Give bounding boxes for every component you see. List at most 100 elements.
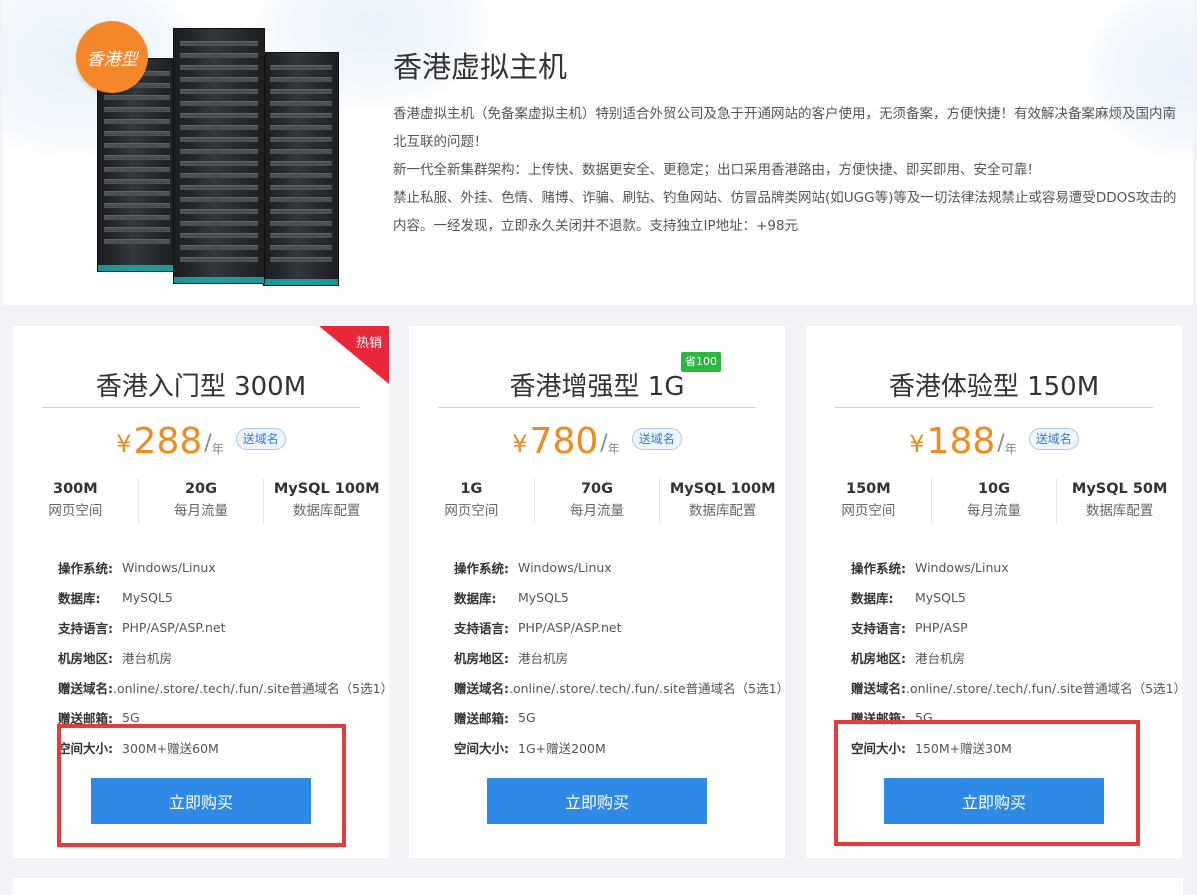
buy-now-button[interactable]: 立即购买: [487, 778, 707, 824]
free-domain-tag: 送域名: [631, 428, 682, 450]
detail-row: 操作系统: Windows/Linux: [58, 552, 379, 582]
detail-value: PHP/ASP: [915, 619, 968, 635]
spec-item: 1G 网页空间: [409, 478, 535, 524]
detail-row: 数据库: MySQL5: [851, 582, 1172, 612]
price-unit: 年: [1004, 442, 1017, 456]
detail-key: 机房地区:: [851, 650, 906, 666]
detail-row: 支持语言: PHP/ASP: [851, 612, 1172, 642]
plan-title: 香港体验型 150M: [888, 372, 1100, 402]
detail-value: MySQL5: [122, 589, 173, 605]
spec-item: 10G 每月流量: [932, 478, 1058, 524]
detail-key: 赠送域名:: [454, 680, 509, 696]
detail-row: 赠送域名: .online/.store/.tech/.fun/.site普通域名…: [454, 672, 785, 702]
detail-row: 赠送邮箱: 5G: [454, 702, 775, 732]
page-title: 香港虚拟主机: [393, 50, 568, 84]
currency-symbol: ¥: [116, 430, 132, 458]
detail-value: 港台机房: [122, 650, 173, 666]
detail-value: Windows/Linux: [915, 559, 1009, 575]
price-slash: /: [600, 431, 608, 456]
plan-title: 香港增强型 1G: [509, 372, 685, 402]
annotation-highlight-box: [57, 724, 346, 847]
free-domain-tag: 送域名: [235, 428, 286, 450]
divider: [438, 407, 756, 408]
spec-label: 数据库配置: [292, 503, 361, 519]
spec-item: MySQL 100M 数据库配置: [264, 478, 389, 524]
detail-row: 数据库: MySQL5: [58, 582, 379, 612]
spec-item: MySQL 100M 数据库配置: [660, 478, 785, 524]
spec-label: 数据库配置: [1085, 503, 1154, 519]
detail-key: 操作系统:: [454, 560, 509, 576]
plan-title: 香港入门型 300M: [95, 372, 307, 402]
detail-value: 1G+赠送200M: [518, 740, 606, 756]
intro-paragraph: 香港虚拟主机（免备案虚拟主机）特别适合外贸公司及急于开通网站的客户使用，无须备案…: [393, 106, 1176, 150]
hongkong-type-badge: 香港型: [76, 21, 148, 93]
spec-value: 10G: [977, 481, 1011, 497]
detail-key: 机房地区:: [454, 650, 509, 666]
divider: [835, 407, 1153, 408]
detail-row: 机房地区: 港台机房: [58, 642, 379, 672]
annotation-highlight-box: [834, 720, 1140, 846]
divider: [42, 407, 360, 408]
price-unit: 年: [607, 442, 620, 456]
detail-row: 支持语言: PHP/ASP/ASP.net: [58, 612, 379, 642]
detail-key: 操作系统:: [851, 560, 906, 576]
detail-value: 5G: [122, 709, 140, 725]
detail-row: 机房地区: 港台机房: [454, 642, 775, 672]
price-slash: /: [997, 431, 1005, 456]
spec-item: 150M 网页空间: [806, 478, 932, 524]
detail-value: Windows/Linux: [122, 559, 216, 575]
detail-key: 支持语言:: [851, 620, 906, 636]
detail-key: 数据库:: [454, 590, 497, 606]
spec-label: 数据库配置: [688, 503, 757, 519]
detail-value: 5G: [518, 709, 536, 725]
price-row: ¥ 780 / 年 送域名: [409, 418, 785, 462]
detail-row: 赠送域名: .online/.store/.tech/.fun/.site普通域名…: [851, 672, 1182, 702]
detail-row: 空间大小: 1G+赠送200M: [454, 732, 775, 762]
free-domain-tag: 送域名: [1028, 428, 1079, 450]
detail-row: 机房地区: 港台机房: [851, 642, 1172, 672]
spec-item: 20G 每月流量: [139, 478, 265, 524]
detail-value: 港台机房: [915, 650, 966, 666]
server-rack-right: [263, 52, 339, 286]
currency-symbol: ¥: [909, 430, 925, 458]
detail-row: 数据库: MySQL5: [454, 582, 775, 612]
detail-value: MySQL5: [518, 589, 569, 605]
spec-summary: 1G 网页空间 70G 每月流量 MySQL 100M 数据库配置: [409, 478, 785, 524]
spec-label: 每月流量: [967, 503, 1021, 519]
spec-item: 70G 每月流量: [535, 478, 661, 524]
spec-summary: 300M 网页空间 20G 每月流量 MySQL 100M 数据库配置: [13, 478, 389, 524]
detail-key: 支持语言:: [58, 620, 113, 636]
spec-summary: 150M 网页空间 10G 每月流量 MySQL 50M 数据库配置: [806, 478, 1182, 524]
price-value: 288: [133, 421, 203, 462]
price-row: ¥ 188 / 年 送域名: [806, 418, 1182, 462]
detail-key: 数据库:: [58, 590, 101, 606]
spec-label: 网页空间: [444, 503, 499, 519]
detail-value: 港台机房: [518, 650, 569, 666]
price-value: 188: [926, 421, 996, 462]
spec-value: MySQL 100M: [273, 481, 380, 497]
save-amount-tag: 省100: [681, 352, 721, 372]
intro-paragraph: 禁止私服、外挂、色情、赌博、诈骗、刷钻、钓鱼网站、仿冒品牌类网站(如UGG等)等…: [393, 190, 1177, 234]
detail-value: Windows/Linux: [518, 559, 612, 575]
spec-value: 150M: [845, 481, 891, 497]
detail-key: 空间大小:: [454, 740, 509, 756]
price-row: ¥ 288 / 年 送域名: [13, 418, 389, 462]
spec-value: MySQL 100M: [669, 481, 776, 497]
detail-row: 操作系统: Windows/Linux: [454, 552, 775, 582]
plan-card-enhanced: 香港增强型 1G 省100 ¥ 780 / 年 送域名 1G 网页空间 70G 每月…: [409, 326, 785, 858]
detail-row: 操作系统: Windows/Linux: [851, 552, 1172, 582]
spec-label: 每月流量: [174, 503, 228, 519]
detail-key: 机房地区:: [58, 650, 113, 666]
detail-value: PHP/ASP/ASP.net: [518, 619, 622, 635]
currency-symbol: ¥: [512, 430, 528, 458]
spec-label: 网页空间: [841, 503, 896, 519]
spec-value: 1G: [460, 481, 483, 497]
spec-value: 70G: [580, 481, 614, 497]
price-slash: /: [204, 431, 212, 456]
spec-value: 20G: [184, 481, 218, 497]
plan-details-list: 操作系统: Windows/Linux 数据库: MySQL5 支持语言: PHP/A…: [454, 552, 785, 762]
spec-label: 网页空间: [48, 503, 103, 519]
detail-row: 支持语言: PHP/ASP/ASP.net: [454, 612, 775, 642]
detail-key: 赠送邮箱:: [454, 710, 509, 726]
detail-value: .online/.store/.tech/.fun/.site普通域名（5选1）: [906, 680, 1182, 696]
